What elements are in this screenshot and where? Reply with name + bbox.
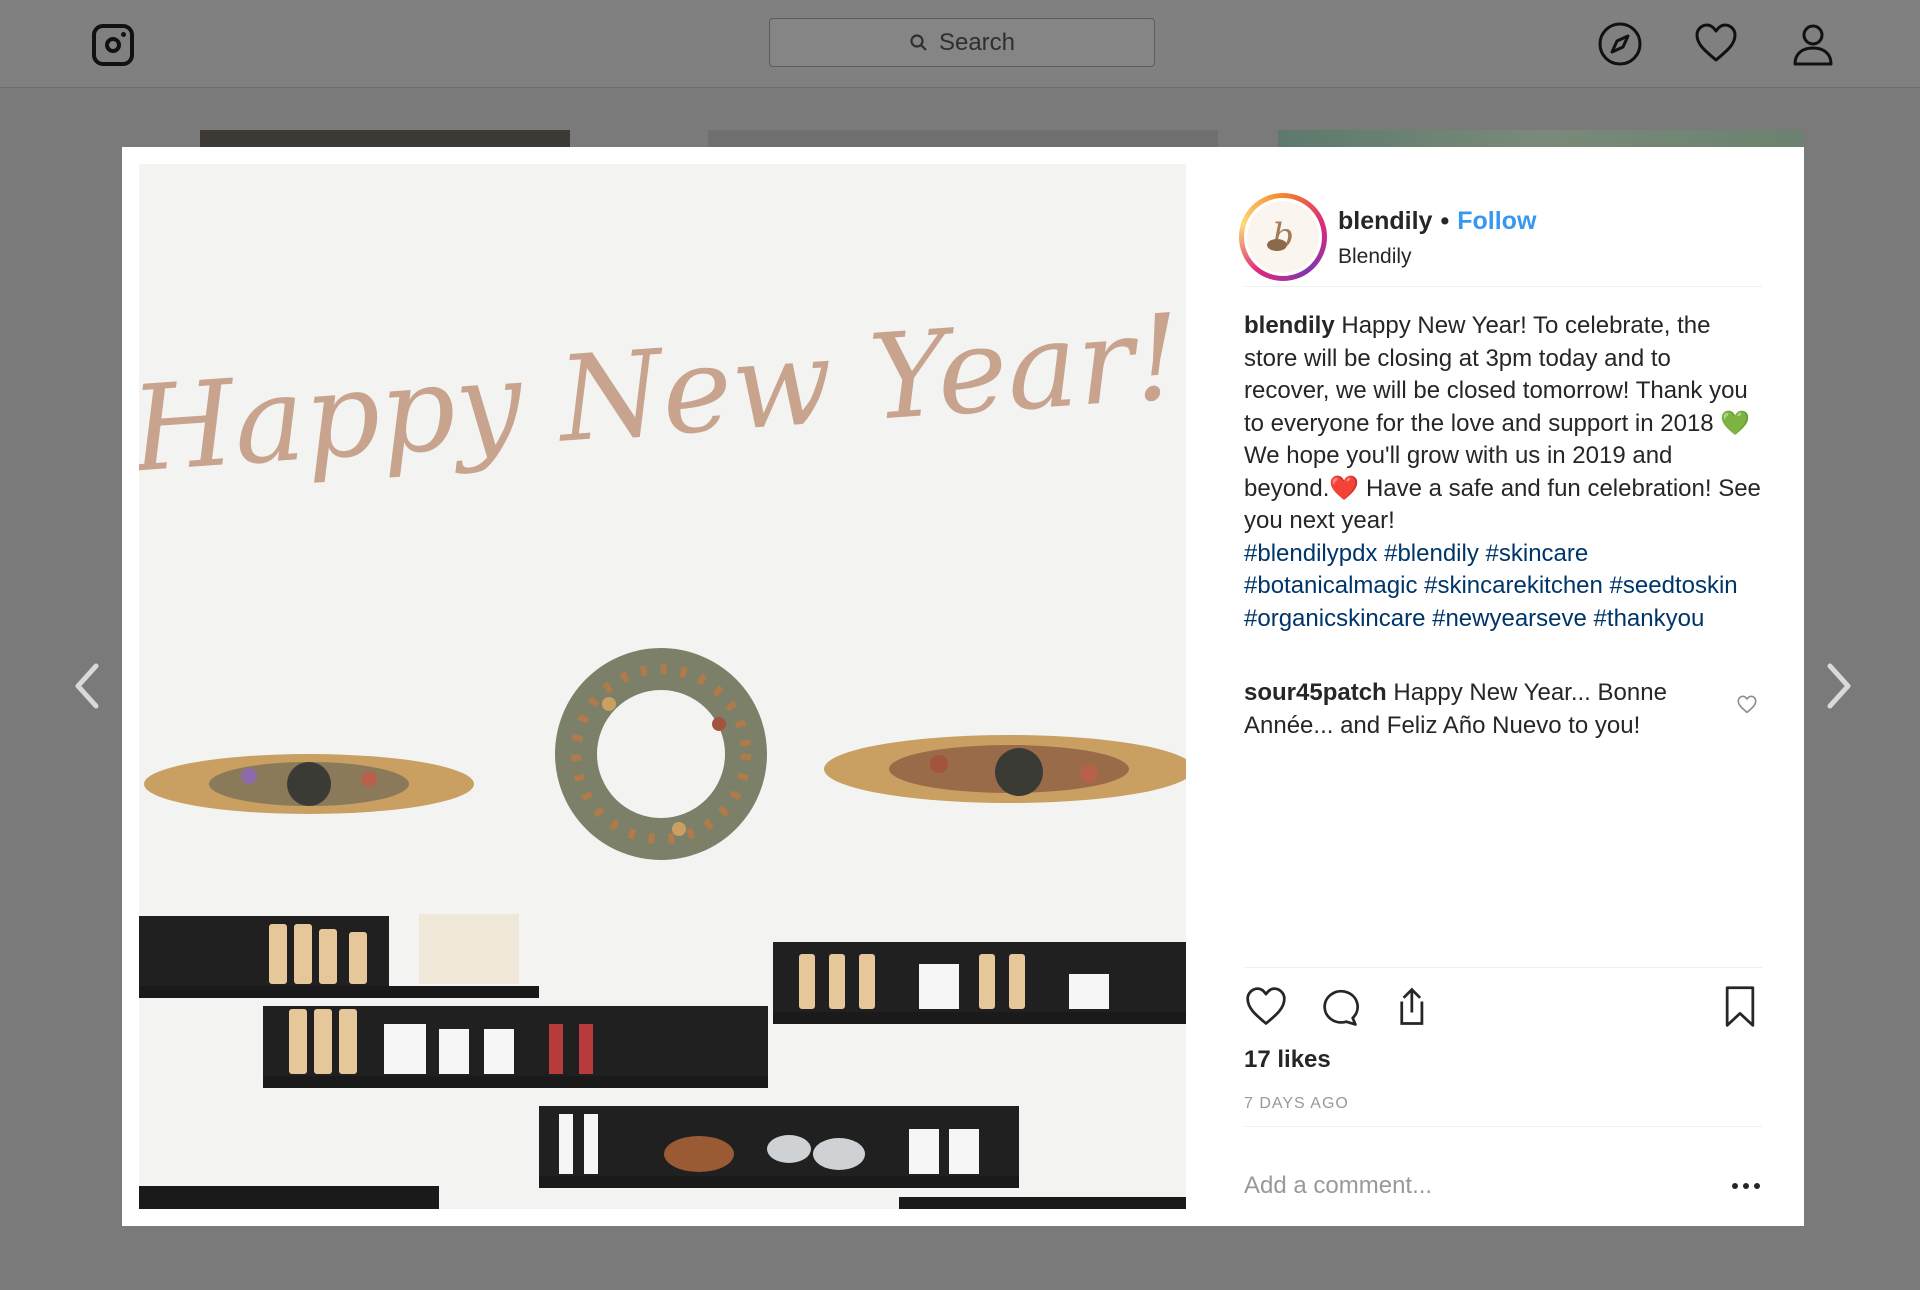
post-modal: Happy New Year! b blendily • Follow Blen… <box>122 147 1804 1226</box>
ellipsis-icon[interactable] <box>1732 1181 1762 1191</box>
post-actions <box>1244 985 1762 1033</box>
instagram-icon[interactable] <box>92 24 134 66</box>
photo-illustration: Happy New Year! <box>139 164 1186 1209</box>
hashtag-link[interactable]: #blendily <box>1384 540 1479 567</box>
previous-post-arrow[interactable] <box>68 658 108 714</box>
likes-count[interactable]: 17 likes <box>1244 1046 1331 1074</box>
comment-item: sour45patch Happy New Year... Bonne Anné… <box>1244 677 1734 742</box>
search-input[interactable]: Search <box>769 18 1155 67</box>
post-caption: blendily Happy New Year! To celebrate, t… <box>1244 310 1762 635</box>
follow-button[interactable]: Follow <box>1457 207 1536 236</box>
separator-dot: • <box>1440 207 1450 235</box>
actions-divider <box>1244 967 1762 968</box>
search-placeholder: Search <box>938 28 1016 56</box>
like-heart-icon[interactable] <box>1244 985 1288 1029</box>
comment-divider <box>1244 1126 1762 1127</box>
avatar[interactable]: b <box>1244 198 1322 276</box>
bookmark-icon[interactable] <box>1718 985 1762 1029</box>
caption-username[interactable]: blendily <box>1244 312 1335 339</box>
post-username[interactable]: blendily <box>1338 207 1432 236</box>
next-post-arrow[interactable] <box>1818 658 1858 714</box>
left-dried-flower-swag <box>144 754 474 814</box>
heart-icon[interactable] <box>1692 20 1740 68</box>
post-header: b blendily • Follow Blendily <box>1239 171 1762 281</box>
avatar-story-ring[interactable]: b <box>1239 193 1327 281</box>
post-sidebar: b blendily • Follow Blendily blendily Ha… <box>1239 147 1762 1226</box>
hashtag-link[interactable]: #newyearseve <box>1432 605 1587 632</box>
background-thumbnail <box>708 130 1218 148</box>
post-timestamp[interactable]: 7 DAYS AGO <box>1244 1095 1349 1113</box>
right-dried-flower-swag <box>824 735 1186 803</box>
search-icon <box>910 33 927 51</box>
add-comment-input[interactable]: Add a comment... <box>1244 1172 1432 1200</box>
hashtag-link[interactable]: #organicskincare <box>1244 605 1425 632</box>
caption-text: Happy New Year! To celebrate, the store … <box>1244 312 1761 534</box>
add-comment-field[interactable]: Add a comment... <box>1244 1161 1762 1211</box>
top-navigation-bar: Search <box>0 0 1920 88</box>
comment-icon[interactable] <box>1316 985 1360 1029</box>
background-thumbnail <box>1278 130 1803 148</box>
hashtag-link[interactable]: #seedtoskin <box>1610 572 1738 599</box>
header-divider <box>1244 286 1762 287</box>
background-thumbnail <box>200 130 570 148</box>
hashtag-link[interactable]: #skincarekitchen <box>1424 572 1603 599</box>
compass-icon[interactable] <box>1596 20 1644 68</box>
hashtag-link[interactable]: #blendilypdx <box>1244 540 1377 567</box>
hashtag-link[interactable]: #skincare <box>1486 540 1589 567</box>
post-photo: Happy New Year! <box>139 164 1186 1209</box>
comment-username[interactable]: sour45patch <box>1244 679 1387 706</box>
share-icon[interactable] <box>1388 985 1432 1029</box>
hashtag-link[interactable]: #botanicalmagic <box>1244 572 1417 599</box>
comment-like-heart-icon[interactable] <box>1736 694 1758 716</box>
blendily-logo-icon: b <box>1257 211 1309 263</box>
post-fullname: Blendily <box>1338 245 1412 268</box>
caption-hashtags: #blendilypdx #blendily #skincare #botani… <box>1244 540 1738 632</box>
hashtag-link[interactable]: #thankyou <box>1594 605 1705 632</box>
user-icon[interactable] <box>1789 20 1837 68</box>
